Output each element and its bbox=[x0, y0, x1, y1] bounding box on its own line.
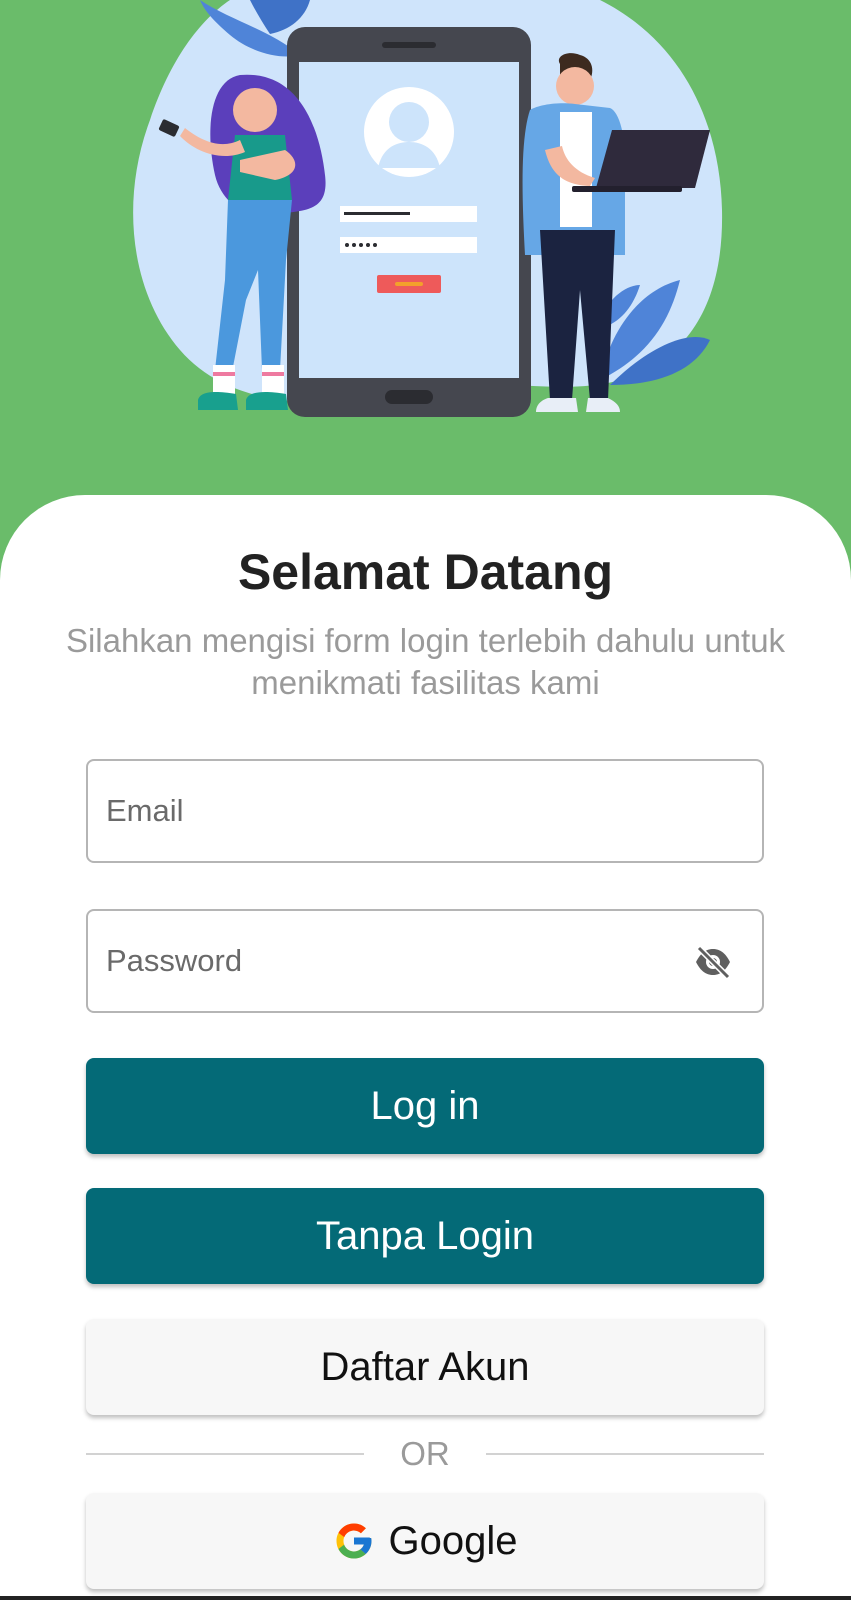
register-button-label: Daftar Akun bbox=[320, 1344, 530, 1389]
divider-line-right bbox=[486, 1453, 764, 1455]
email-field[interactable] bbox=[86, 759, 764, 863]
page-title: Selamat Datang bbox=[237, 544, 614, 600]
guest-login-button-label: Tanpa Login bbox=[316, 1213, 534, 1258]
eye-off-icon[interactable] bbox=[694, 945, 732, 980]
login-button-label: Log in bbox=[370, 1083, 480, 1128]
password-field[interactable] bbox=[86, 909, 764, 1013]
google-login-button[interactable]: Google bbox=[86, 1493, 764, 1589]
register-button[interactable]: Daftar Akun bbox=[86, 1319, 764, 1415]
email-input[interactable] bbox=[106, 761, 666, 861]
google-icon bbox=[333, 1520, 375, 1562]
divider-line-left bbox=[86, 1453, 364, 1455]
hero-illustration bbox=[0, 0, 851, 520]
bottom-edge bbox=[0, 1596, 851, 1600]
guest-login-button[interactable]: Tanpa Login bbox=[86, 1188, 764, 1284]
password-input[interactable] bbox=[106, 911, 666, 1011]
google-button-label: Google bbox=[388, 1518, 518, 1563]
login-button[interactable]: Log in bbox=[86, 1058, 764, 1154]
divider-label: OR bbox=[400, 1435, 450, 1472]
or-divider: OR bbox=[86, 1432, 764, 1476]
page-subtitle: Silahkan mengisi form login terlebih dah… bbox=[65, 622, 786, 701]
